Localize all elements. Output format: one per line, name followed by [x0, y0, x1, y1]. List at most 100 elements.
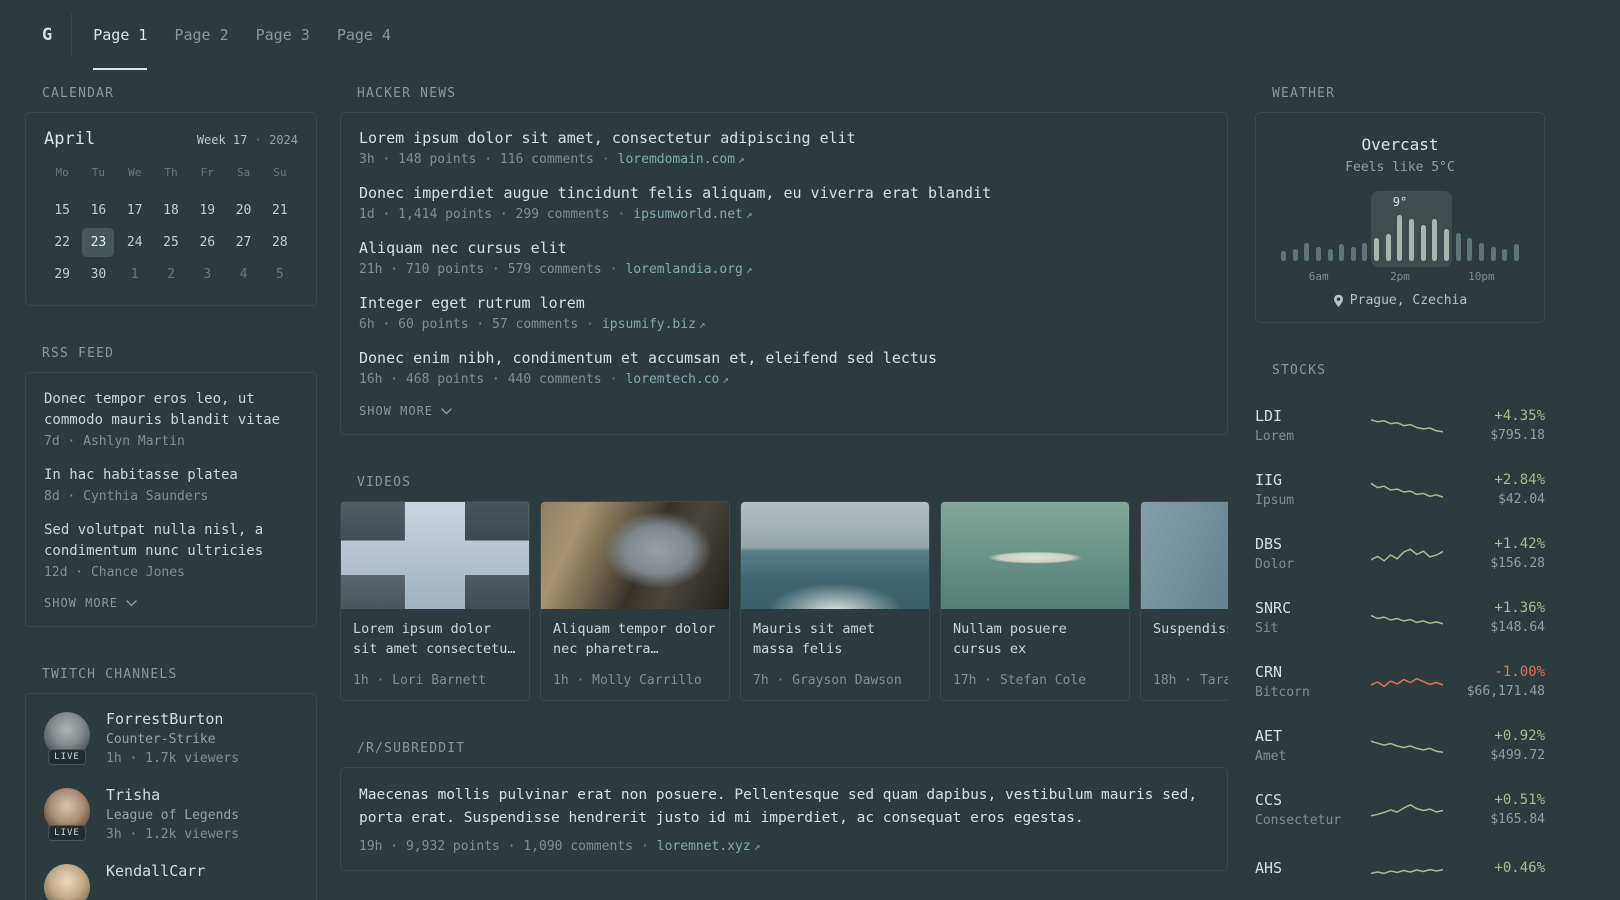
twitch-channel-item[interactable]: LIVE ForrestBurton Counter-Strike 1h · 1… — [44, 710, 298, 766]
story-domain-link[interactable]: ipsumworld.net ↗ — [633, 207, 752, 222]
calendar-day-cell[interactable]: 17 — [119, 196, 151, 225]
post-domain: loremnet.xyz — [656, 839, 751, 854]
story-item[interactable]: Donec enim nibh, condimentum et accumsan… — [359, 349, 1209, 387]
calendar-day-cell[interactable]: 15 — [46, 196, 78, 225]
stock-symbol[interactable]: DBS — [1255, 535, 1371, 553]
stock-row[interactable]: AHS +0.46% — [1255, 855, 1545, 885]
story-domain-link[interactable]: loremtech.co ↗ — [625, 372, 729, 387]
stock-row[interactable]: SNRC Sit +1.36% $148.64 — [1255, 599, 1545, 636]
video-thumbnail[interactable] — [941, 502, 1129, 609]
story-domain-link[interactable]: loremlandia.org ↗ — [625, 262, 752, 277]
calendar-day-cell[interactable]: 3 — [191, 260, 223, 289]
twitch-channel-name[interactable]: ForrestBurton — [106, 710, 239, 728]
rss-item-meta: 8d · Cynthia Saunders — [44, 489, 209, 504]
stock-row[interactable]: CRN Bitcorn -1.00% $66,171.48 — [1255, 663, 1545, 700]
video-thumbnail[interactable] — [541, 502, 729, 609]
calendar-day-cell[interactable]: 21 — [264, 196, 296, 225]
rss-item-title[interactable]: Donec tempor eros leo, ut commodo mauris… — [44, 389, 298, 431]
post-domain-link[interactable]: loremnet.xyz ↗ — [657, 839, 761, 854]
video-card[interactable]: Lorem ipsum dolor sit amet consectetu… 1… — [340, 501, 530, 701]
stock-symbol[interactable]: CRN — [1255, 663, 1371, 681]
story-title[interactable]: Donec enim nibh, condimentum et accumsan… — [359, 349, 1209, 367]
video-card[interactable]: Nullam posuere cursus ex 17h · Stefan Co… — [940, 501, 1130, 701]
twitch-game-name[interactable]: League of Legends — [106, 808, 239, 823]
video-title[interactable]: Nullam posuere cursus ex — [953, 619, 1117, 659]
calendar-day-cell[interactable]: 20 — [228, 196, 260, 225]
calendar-day-cell[interactable]: 16 — [82, 196, 114, 225]
calendar-day-cell[interactable]: 24 — [119, 228, 151, 257]
twitch-channel-info: Trisha League of Legends 3h · 1.2k viewe… — [106, 786, 239, 842]
weather-location[interactable]: Prague, Czechia — [1272, 293, 1528, 308]
twitch-channel-name[interactable]: Trisha — [106, 786, 239, 804]
rss-item-title[interactable]: In hac habitasse platea — [44, 465, 298, 486]
story-title[interactable]: Aliquam nec cursus elit — [359, 239, 1209, 257]
calendar-day-cell[interactable]: 25 — [155, 228, 187, 257]
calendar-day-cell[interactable]: 30 — [82, 260, 114, 289]
calendar-day-cell[interactable]: 4 — [228, 260, 260, 289]
calendar-day-cell[interactable]: 23 — [82, 228, 115, 257]
calendar-day-cell[interactable]: 28 — [264, 228, 296, 257]
stock-row[interactable]: AET Amet +0.92% $499.72 — [1255, 727, 1545, 764]
stock-symbol[interactable]: SNRC — [1255, 599, 1371, 617]
page-tab[interactable]: Page 1 — [93, 0, 148, 70]
story-domain-link[interactable]: loremdomain.com ↗ — [618, 152, 745, 167]
stock-row[interactable]: CCS Consectetur +0.51% $165.84 — [1255, 791, 1545, 828]
stock-row[interactable]: IIG Ipsum +2.84% $42.04 — [1255, 471, 1545, 508]
stock-row[interactable]: LDI Lorem +4.35% $795.18 — [1255, 407, 1545, 444]
story-title[interactable]: Integer eget rutrum lorem — [359, 294, 1209, 312]
page-tab[interactable]: Page 2 — [174, 0, 228, 70]
calendar-day-cell[interactable]: 1 — [119, 260, 151, 289]
page-tab[interactable]: Page 4 — [337, 0, 391, 70]
story-item[interactable]: Donec imperdiet augue tincidunt felis al… — [359, 184, 1209, 222]
twitch-channel-name[interactable]: KendallCarr — [106, 862, 205, 880]
stock-symbol[interactable]: AET — [1255, 727, 1371, 745]
story-domain: loremdomain.com — [617, 152, 736, 167]
video-card[interactable]: Mauris sit amet massa felis 7h · Grayson… — [740, 501, 930, 701]
rss-item[interactable]: In hac habitasse platea 8d · Cynthia Sau… — [44, 465, 298, 504]
calendar-day-cell[interactable]: 26 — [191, 228, 223, 257]
page-tab[interactable]: Page 3 — [256, 0, 310, 70]
stock-values: +4.35% $795.18 — [1461, 408, 1545, 443]
rss-item[interactable]: Sed volutpat nulla nisl, a condimentum n… — [44, 520, 298, 580]
video-title[interactable]: Suspendisse diam — [1153, 619, 1228, 639]
twitch-avatar-wrap: LIVE — [44, 788, 90, 841]
twitch-channel-item[interactable]: LIVE KendallCarr — [44, 862, 298, 900]
video-thumbnail[interactable] — [1141, 502, 1228, 609]
rss-show-more-button[interactable]: SHOW MORE — [44, 596, 298, 610]
calendar-day-cell[interactable]: 2 — [155, 260, 187, 289]
stock-symbol[interactable]: IIG — [1255, 471, 1371, 489]
video-thumbnail[interactable] — [741, 502, 929, 609]
twitch-channel-item[interactable]: LIVE Trisha League of Legends 3h · 1.2k … — [44, 786, 298, 842]
video-title[interactable]: Mauris sit amet massa felis — [753, 619, 917, 659]
video-card[interactable]: Aliquam tempor dolor nec pharetra… 1h · … — [540, 501, 730, 701]
weather-bar — [1455, 233, 1461, 261]
stock-symbol[interactable]: LDI — [1255, 407, 1371, 425]
video-card[interactable]: Suspendisse diam 18h · Tara — [1140, 501, 1228, 701]
post-text[interactable]: Maecenas mollis pulvinar erat non posuer… — [359, 784, 1209, 830]
calendar-day-cell[interactable]: 18 — [155, 196, 187, 225]
app-logo[interactable]: G — [42, 25, 52, 45]
video-title[interactable]: Aliquam tempor dolor nec pharetra… — [553, 619, 717, 659]
story-title[interactable]: Donec imperdiet augue tincidunt felis al… — [359, 184, 1209, 202]
story-item[interactable]: Lorem ipsum dolor sit amet, consectetur … — [359, 129, 1209, 167]
rss-item-title[interactable]: Sed volutpat nulla nisl, a condimentum n… — [44, 520, 298, 562]
stock-symbol[interactable]: CCS — [1255, 791, 1371, 809]
calendar-weekday-label: Th — [164, 166, 178, 179]
calendar-day-cell[interactable]: 19 — [191, 196, 223, 225]
stock-row[interactable]: DBS Dolor +1.42% $156.28 — [1255, 535, 1545, 572]
twitch-game-name[interactable]: Counter-Strike — [106, 732, 239, 747]
hacker-news-show-more-button[interactable]: SHOW MORE — [359, 404, 1209, 418]
video-thumbnail[interactable] — [341, 502, 529, 609]
video-card-body: Aliquam tempor dolor nec pharetra… 1h · … — [541, 609, 729, 700]
calendar-day-cell[interactable]: 27 — [228, 228, 260, 257]
stock-symbol[interactable]: AHS — [1255, 859, 1371, 877]
story-item[interactable]: Integer eget rutrum lorem 6h · 60 points… — [359, 294, 1209, 332]
story-item[interactable]: Aliquam nec cursus elit 21h · 710 points… — [359, 239, 1209, 277]
story-domain-link[interactable]: ipsumify.biz ↗ — [602, 317, 706, 332]
calendar-day-cell[interactable]: 29 — [46, 260, 78, 289]
story-title[interactable]: Lorem ipsum dolor sit amet, consectetur … — [359, 129, 1209, 147]
calendar-day-cell[interactable]: 5 — [264, 260, 296, 289]
calendar-day-cell[interactable]: 22 — [46, 228, 78, 257]
rss-item[interactable]: Donec tempor eros leo, ut commodo mauris… — [44, 389, 298, 449]
video-title[interactable]: Lorem ipsum dolor sit amet consectetu… — [353, 619, 517, 659]
